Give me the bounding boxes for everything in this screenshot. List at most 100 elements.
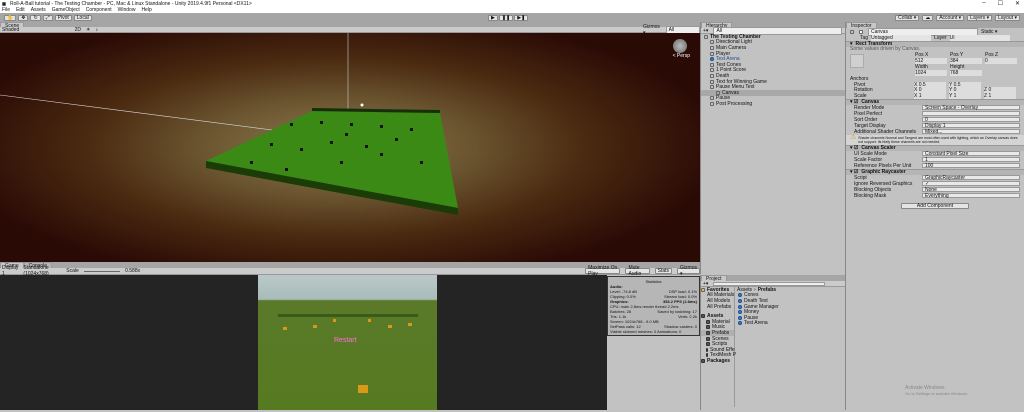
tag-label: Tag [860, 34, 869, 41]
field-value[interactable]: None [922, 187, 1020, 193]
title-bar: Roll-A-Ball tutorial - The Testing Chamb… [0, 0, 1024, 7]
game-toolbar: Display 1 Standalone (1024x768) Scale 0.… [0, 265, 700, 277]
field-value[interactable]: 0 [922, 117, 1020, 123]
stats-verts: Verts: 2.2k [678, 314, 697, 319]
field-value[interactable]: 100 [922, 163, 1020, 169]
scale-value: 0.588x [125, 268, 141, 274]
persp-label[interactable]: < Persp [673, 53, 690, 59]
maximize-on-play-toggle[interactable]: Maximize On Play [585, 265, 621, 277]
warning-icon: ⚠ [850, 133, 857, 141]
anchor-preset-button[interactable] [850, 54, 864, 69]
restart-button[interactable]: Restart [334, 337, 357, 344]
field-value[interactable]: 1 [922, 157, 1020, 163]
scale-tool-button[interactable]: ⤢ [42, 14, 53, 21]
gameobject-icon [710, 85, 714, 90]
window-title: Roll-A-Ball tutorial - The Testing Chamb… [10, 0, 252, 7]
gameobject-icon [710, 51, 714, 56]
folder-icon [706, 353, 708, 358]
scale-y[interactable]: Y 1 [949, 92, 981, 99]
field-value[interactable]: Constant Pixel Size [922, 151, 1020, 157]
light-toggle-icon[interactable]: ☀ [86, 27, 90, 33]
scene-render [0, 33, 458, 215]
prefab-icon [738, 298, 742, 303]
game-render: Restart [258, 275, 437, 410]
layer-label: Layer [934, 34, 947, 41]
main-toolbar: ✋ ✥ ↻ ⤢ Pivot Local ▶ ❚❚ ▶❚ Collab ▾ ☁ Account ▾… [0, 13, 1024, 22]
gameobject-icon [710, 101, 714, 106]
fav-item[interactable]: All Prefabs [701, 304, 734, 310]
gameobject-icon [710, 45, 714, 50]
field-value[interactable]: Everything [922, 193, 1020, 199]
activate-windows-watermark: Activate Windows Go to Settings to activa… [905, 385, 969, 396]
field-value[interactable]: Screen Space - Overlay [922, 105, 1020, 111]
hierarchy-panel: Hierarchy +▾ All The Testing Chamber Direc… [700, 22, 845, 274]
add-component-button[interactable]: Add Component [901, 202, 969, 209]
cones [283, 319, 412, 393]
scale-slider[interactable] [83, 270, 121, 272]
width-field[interactable]: 1024 [915, 70, 947, 77]
hand-tool-button[interactable]: ✋ [4, 14, 17, 21]
project-create-button[interactable]: +▾ [703, 281, 708, 287]
inspector-field: Blocking Mask Everything [846, 193, 1024, 199]
folder-icon [706, 347, 708, 352]
inspector-panel: Inspector Canvas Static ▾ Tag Untagged Laye… [845, 22, 1024, 410]
move-tool-button[interactable]: ✥ [18, 14, 29, 21]
hierarchy-item[interactable]: Post Processing [701, 101, 845, 107]
prefab-icon [738, 304, 742, 309]
folder-icon [701, 358, 705, 363]
scene-view[interactable]: < Persp [0, 33, 700, 262]
tag-dropdown[interactable]: Untagged [871, 34, 932, 41]
create-button[interactable]: +▾ [703, 28, 708, 34]
audio-toggle-icon[interactable]: ♪ [95, 27, 98, 33]
field-value[interactable]: Mixed... [922, 129, 1020, 135]
mute-audio-toggle[interactable]: Mute Audio [625, 265, 650, 277]
breadcrumb-prefabs[interactable]: Prefabs [758, 287, 776, 293]
prefab-icon [738, 293, 742, 298]
pause-button[interactable]: ❚❚ [498, 14, 514, 21]
layer-dropdown[interactable]: UI [949, 34, 1010, 41]
field-value[interactable] [922, 111, 1020, 117]
step-button[interactable]: ▶❚ [514, 14, 529, 21]
local-toggle[interactable]: Local [73, 14, 92, 21]
rotate-tool-button[interactable]: ↻ [30, 14, 41, 21]
shading-dropdown[interactable]: Shaded [2, 27, 70, 33]
scale-x[interactable]: X 1 [914, 92, 946, 99]
folder-icon [706, 330, 710, 335]
project-files: Assets › Prefabs Cones Death Test Game Manag… [735, 287, 845, 407]
unity-logo-icon [2, 1, 6, 6]
field-value[interactable]: ✓ [922, 181, 1020, 187]
folder-icon [701, 314, 705, 319]
static-toggle[interactable]: Static ▾ [981, 29, 997, 35]
field-value[interactable]: Display 1 [922, 123, 1020, 129]
gameobject-icon [710, 62, 714, 67]
gameobject-icon [710, 40, 714, 45]
collab-dropdown[interactable]: Collab ▾ [895, 14, 920, 21]
game-gizmos-dropdown[interactable]: Gizmos ▾ [677, 265, 700, 277]
project-search-input[interactable] [713, 281, 825, 286]
arena-floor [206, 111, 458, 208]
active-checkbox[interactable] [859, 29, 863, 34]
gameobject-icon [710, 96, 714, 101]
maximize-button[interactable]: ☐ [998, 0, 1003, 7]
2d-toggle[interactable]: 2D [75, 27, 81, 33]
minimize-button[interactable]: – [982, 0, 985, 7]
gameobject-icon [710, 68, 714, 73]
project-tree: Favorites All Materials All Models All P… [701, 287, 736, 407]
prefab-item[interactable]: Test Arena [735, 320, 845, 326]
cloud-icon[interactable]: ☁ [922, 14, 934, 21]
packages-folder[interactable]: Packages [707, 358, 730, 364]
layers-dropdown[interactable]: Layers ▾ [967, 14, 993, 21]
pivot-toggle[interactable]: Pivot [54, 14, 72, 21]
gameobject-icon [716, 90, 720, 95]
scale-z[interactable]: Z 1 [984, 92, 1016, 99]
close-button[interactable]: ✕ [1015, 0, 1020, 7]
layout-dropdown[interactable]: Layout ▾ [995, 14, 1020, 21]
field-value[interactable]: GraphicRaycaster [922, 175, 1020, 181]
star-icon [701, 287, 705, 292]
height-field[interactable]: 768 [950, 70, 982, 77]
account-dropdown[interactable]: Account ▾ [936, 14, 965, 21]
orientation-gizmo[interactable]: < Persp [672, 39, 690, 59]
light-gizmo [360, 103, 364, 107]
stats-toggle[interactable]: Stats [654, 268, 673, 274]
play-button[interactable]: ▶ [488, 14, 498, 21]
